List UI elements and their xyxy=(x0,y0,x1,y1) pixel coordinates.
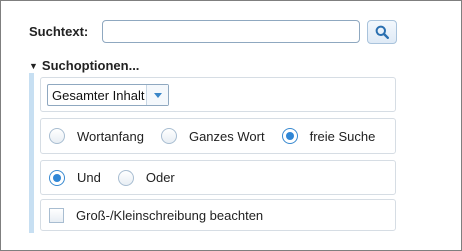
search-button[interactable] xyxy=(367,20,397,44)
radio-label: Und xyxy=(77,170,101,185)
scope-select[interactable]: Gesamter Inhalt xyxy=(47,84,169,106)
radio-button[interactable] xyxy=(117,169,134,186)
radio-option-und[interactable]: Und xyxy=(49,169,101,186)
scope-panel: Gesamter Inhalt xyxy=(40,77,396,112)
case-sensitive-checkbox[interactable] xyxy=(49,207,64,223)
search-options-toggle[interactable]: ▼ Suchoptionen... xyxy=(29,58,139,73)
scope-select-value: Gesamter Inhalt xyxy=(52,87,145,103)
search-options-label: Suchoptionen... xyxy=(41,58,140,73)
radio-label: Wortanfang xyxy=(77,128,144,144)
radio-button[interactable] xyxy=(160,128,177,144)
radio-option-ganzes-wort[interactable]: Ganzes Wort xyxy=(160,128,265,144)
case-panel: Groß-/Kleinschreibung beachten xyxy=(40,199,396,231)
case-sensitive-label: Groß-/Kleinschreibung beachten xyxy=(76,207,264,223)
radio-button[interactable] xyxy=(49,169,65,186)
logic-panel: Und Oder xyxy=(40,160,396,195)
dropdown-arrow[interactable] xyxy=(146,85,168,105)
chevron-down-icon xyxy=(153,92,162,98)
radio-button[interactable] xyxy=(49,128,65,144)
radio-label: Ganzes Wort xyxy=(188,128,265,144)
search-icon xyxy=(375,25,389,39)
radio-label: freie Suche xyxy=(309,128,376,144)
caret-down-icon: ▼ xyxy=(29,60,38,71)
case-sensitive-option[interactable]: Groß-/Kleinschreibung beachten xyxy=(49,207,264,223)
radio-option-oder[interactable]: Oder xyxy=(117,169,175,186)
search-input[interactable] xyxy=(102,20,360,43)
search-text-label: Suchtext: xyxy=(29,24,89,39)
match-mode-panel: Wortanfang Ganzes Wort freie Suche xyxy=(40,118,396,154)
radio-option-wortanfang[interactable]: Wortanfang xyxy=(49,128,144,144)
options-group-bar xyxy=(29,73,34,233)
radio-label: Oder xyxy=(145,170,175,185)
radio-button[interactable] xyxy=(281,128,298,144)
radio-option-freie-suche[interactable]: freie Suche xyxy=(281,128,376,144)
